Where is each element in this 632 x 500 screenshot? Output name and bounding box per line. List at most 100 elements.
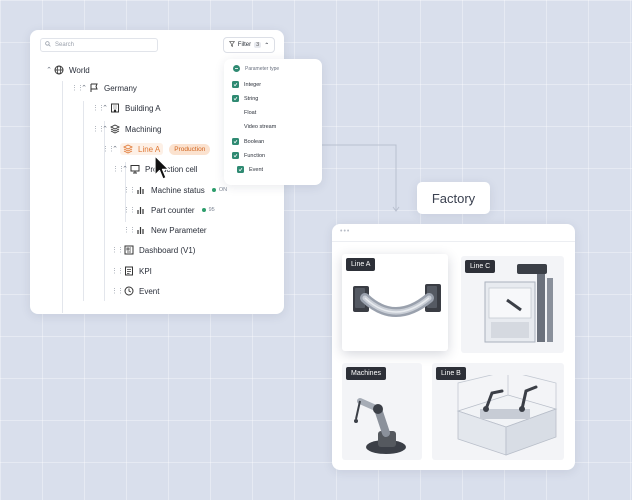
filter-option-label: Boolean — [244, 138, 265, 145]
drag-handle-icon[interactable]: ⋮⋮ — [112, 165, 125, 173]
filter-option-float[interactable]: Float — [232, 109, 256, 116]
chevron-up-icon[interactable]: ⌃ — [110, 145, 120, 153]
kpi-icon — [124, 266, 134, 276]
tree-item-world[interactable]: ⌃ World — [44, 63, 90, 77]
filter-option-event[interactable]: Event — [237, 166, 263, 173]
tree-item-dashboard[interactable]: ⋮⋮ Dashboard (V1) — [111, 243, 195, 257]
chevron-up-icon[interactable]: ⌃ — [120, 165, 130, 173]
tree-item-label: Event — [139, 286, 160, 296]
checkbox-unchecked-icon[interactable] — [232, 109, 239, 116]
drag-handle-icon[interactable]: ⋮⋮ — [123, 206, 136, 214]
bar-chart-icon — [136, 205, 146, 215]
filter-option-label: Function — [244, 152, 266, 159]
filter-icon — [228, 41, 235, 49]
checkbox-checked-icon[interactable] — [237, 166, 244, 173]
tree-item-building-a[interactable]: ⋮⋮ ⌃ Building A — [92, 101, 161, 115]
drag-handle-icon[interactable]: ⋮⋮ — [71, 84, 84, 92]
more-dots-icon[interactable]: ••• — [340, 228, 350, 235]
filter-option-function[interactable]: Function — [232, 152, 265, 159]
robot-arm-illustration — [354, 398, 406, 454]
search-placeholder: Search — [55, 42, 75, 48]
dashboard-icon — [124, 245, 134, 255]
tree-item-label: Machining — [125, 124, 162, 134]
factory-label[interactable]: Factory — [417, 182, 490, 214]
tree-item-part-counter[interactable]: ⋮⋮ Part counter 95 — [123, 203, 215, 217]
filter-option-label: String — [244, 95, 259, 102]
status-dot — [201, 208, 206, 212]
filter-option-boolean[interactable]: Boolean — [232, 138, 264, 145]
tree-item-label: Germany — [104, 83, 137, 93]
drag-handle-icon[interactable]: ⋮⋮ — [111, 287, 124, 295]
card-line-b[interactable]: Line B — [432, 363, 564, 460]
globe-icon — [54, 65, 64, 75]
checkbox-checked-icon[interactable] — [232, 95, 239, 102]
parameter-type-header[interactable]: Parameter type — [233, 65, 279, 72]
tree-item-label: Building A — [125, 103, 161, 113]
filter-dropdown: Parameter type Integer String Float Vide… — [224, 59, 322, 185]
drag-handle-icon[interactable]: ⋮⋮ — [111, 267, 124, 275]
filter-option-label: Video stream — [244, 123, 277, 130]
chevron-up-icon[interactable]: ⌃ — [79, 84, 89, 92]
tree-item-machine-status[interactable]: ⋮⋮ Machine status ON — [123, 183, 227, 197]
tree-item-label: New Parameter — [151, 225, 207, 235]
tree-item-new-parameter[interactable]: ⋮⋮ New Parameter — [123, 223, 207, 237]
tree-item-kpi[interactable]: ⋮⋮ KPI — [111, 264, 152, 278]
card-line-a[interactable]: Line A — [342, 254, 448, 351]
search-icon — [45, 41, 51, 49]
event-icon — [124, 286, 134, 296]
line-a-highlight[interactable]: Line A — [120, 143, 164, 155]
monitor-icon — [130, 164, 140, 174]
filter-button[interactable]: Filter 3 ⌃ — [223, 37, 275, 53]
line-b-enclosure-illustration — [456, 375, 558, 456]
chevron-up-icon[interactable]: ⌃ — [100, 104, 110, 112]
tree-item-label: KPI — [139, 266, 152, 276]
card-line-c[interactable]: Line C — [461, 256, 564, 353]
tree-guide — [83, 101, 84, 301]
status-dot — [211, 188, 216, 192]
drag-handle-icon[interactable]: ⋮⋮ — [92, 125, 105, 133]
status-indicator: ON — [211, 187, 228, 193]
chevron-up-icon: ⌃ — [264, 42, 270, 49]
select-all-icon[interactable] — [233, 65, 240, 72]
filter-label: Filter — [237, 42, 252, 48]
bar-chart-icon — [136, 225, 146, 235]
filter-option-string[interactable]: String — [232, 95, 258, 102]
tree-item-event[interactable]: ⋮⋮ Event — [111, 284, 159, 298]
tree-item-label: Line A — [138, 144, 161, 154]
filter-count: 3 — [254, 42, 262, 48]
checkbox-checked-icon[interactable] — [232, 152, 239, 159]
filter-option-video-stream[interactable]: Video stream — [232, 123, 276, 130]
building-icon — [110, 103, 120, 113]
card-tag: Line A — [346, 258, 376, 271]
tree-item-label: Part counter — [151, 205, 195, 215]
drag-handle-icon[interactable]: ⋮⋮ — [111, 246, 124, 254]
tree-item-machining[interactable]: ⋮⋮ ⌃ Machining — [92, 122, 161, 136]
chevron-up-icon[interactable]: ⌃ — [44, 66, 54, 74]
tree-item-label: Dashboard (V1) — [139, 245, 196, 255]
chevron-up-icon[interactable]: ⌃ — [100, 125, 110, 133]
search-input[interactable]: Search — [40, 38, 158, 52]
layers-icon — [123, 144, 133, 154]
card-tag: Machines — [346, 367, 386, 380]
tree-item-germany[interactable]: ⋮⋮ ⌃ Germany — [71, 81, 137, 95]
status-value: ON — [218, 187, 228, 193]
layers-icon — [110, 124, 120, 134]
bar-chart-icon — [136, 185, 146, 195]
tree-item-label: Machine status — [151, 185, 205, 195]
checkbox-checked-icon[interactable] — [232, 138, 239, 145]
drag-handle-icon[interactable]: ⋮⋮ — [123, 186, 136, 194]
mouse-cursor-icon — [154, 155, 170, 180]
checkbox-checked-icon[interactable] — [232, 81, 239, 88]
drag-handle-icon[interactable]: ⋮⋮ — [102, 145, 115, 153]
status-indicator: 95 — [201, 207, 215, 213]
filter-option-integer[interactable]: Integer — [232, 81, 261, 88]
conveyor-illustration — [353, 284, 441, 317]
factory-panel: ••• Line A Line C Machines Line B — [332, 224, 575, 470]
checkbox-unchecked-icon[interactable] — [232, 123, 239, 130]
line-c-machine-illustration — [484, 264, 553, 343]
drag-handle-icon[interactable]: ⋮⋮ — [92, 104, 105, 112]
tree-item-label: Production cell — [145, 164, 198, 174]
card-machines[interactable]: Machines — [342, 363, 422, 460]
tree-item-line-a[interactable]: ⋮⋮ ⌃ Line A Production — [102, 142, 211, 156]
drag-handle-icon[interactable]: ⋮⋮ — [123, 226, 136, 234]
